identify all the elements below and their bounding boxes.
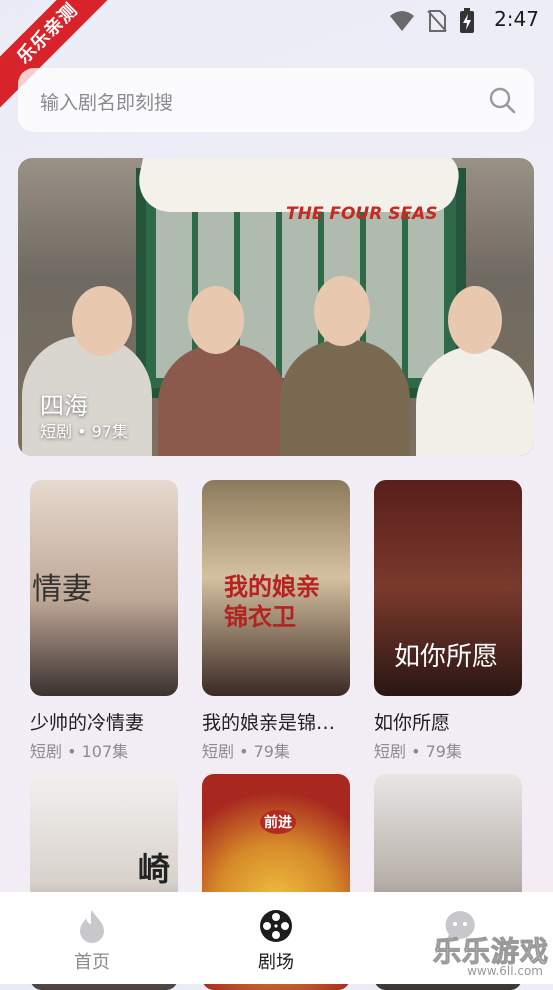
status-icons <box>389 8 475 34</box>
drama-title: 如你所愿 <box>374 712 451 734</box>
poster-text: 情妻 <box>32 572 92 607</box>
drama-poster[interactable]: 情妻 <box>30 480 178 696</box>
poster-text: 崎 <box>138 850 171 888</box>
drama-card[interactable]: 我的娘亲 锦衣卫 我的娘亲是锦… 短剧 • 79集 <box>202 480 350 761</box>
flame-icon <box>80 910 104 943</box>
drama-card[interactable]: 如你所愿 如你所愿 短剧 • 79集 <box>374 480 522 761</box>
tab-label: 首页 <box>74 952 110 973</box>
banner-meta: 短剧 • 97集 <box>40 422 128 441</box>
drama-poster[interactable]: 我的娘亲 锦衣卫 <box>202 480 350 696</box>
film-reel-icon <box>260 910 292 942</box>
banner-title: 四海 <box>40 392 88 420</box>
featured-banner[interactable]: THE FOUR SEAS 四海 短剧 • 97集 <box>18 158 534 456</box>
search-icon[interactable] <box>488 86 516 114</box>
banner-english-title: THE FOUR SEAS <box>286 204 438 224</box>
tab-home[interactable]: 首页 <box>0 892 184 984</box>
drama-meta: 短剧 • 107集 <box>30 742 129 761</box>
poster-text: 我的娘亲 锦衣卫 <box>224 573 320 631</box>
poster-text: 前进 <box>260 810 296 834</box>
drama-title: 少帅的冷情妻 <box>30 712 145 734</box>
no-sim-icon <box>427 10 447 32</box>
tab-theater[interactable]: 剧场 <box>184 892 368 984</box>
poster-text: 如你所愿 <box>394 642 499 672</box>
watermark-url: www.6ll.com <box>467 964 543 978</box>
drama-meta: 短剧 • 79集 <box>374 742 462 761</box>
drama-title: 我的娘亲是锦… <box>202 712 336 734</box>
drama-card[interactable]: 情妻 少帅的冷情妻 短剧 • 107集 <box>30 480 178 761</box>
drama-poster[interactable]: 如你所愿 <box>374 480 522 696</box>
search-bar[interactable]: 输入剧名即刻搜 <box>18 68 534 132</box>
status-time: 2:47 <box>494 7 539 31</box>
wifi-icon <box>390 11 414 31</box>
search-placeholder[interactable]: 输入剧名即刻搜 <box>40 88 173 115</box>
drama-meta: 短剧 • 79集 <box>202 742 290 761</box>
battery-charging-icon <box>460 8 474 33</box>
tab-label: 剧场 <box>258 952 294 973</box>
